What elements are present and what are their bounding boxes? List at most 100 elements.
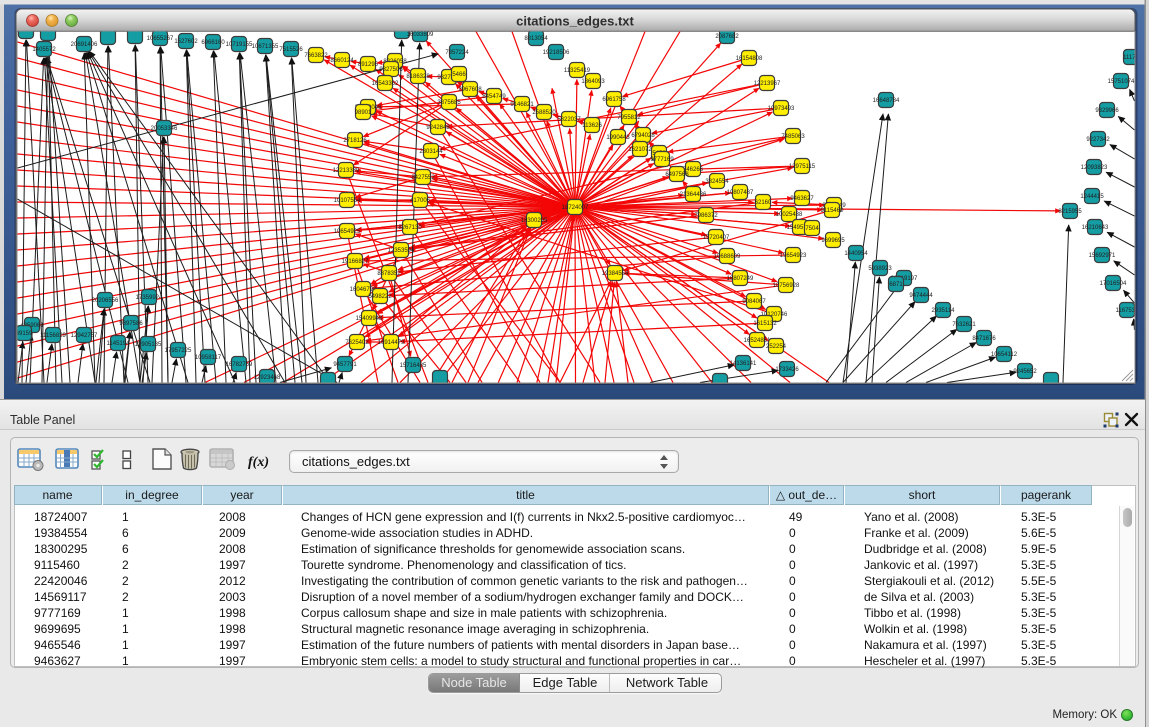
svg-text:8186328: 8186328 [406,74,430,80]
svg-text:16648784: 16648784 [873,98,900,104]
svg-text:9463627: 9463627 [790,196,814,202]
svg-text:2967608: 2967608 [458,87,482,93]
svg-text:9474444: 9474444 [909,293,933,299]
svg-text:12213389: 12213389 [333,168,360,174]
svg-text:17957225: 17957225 [165,348,192,354]
svg-text:891295: 891295 [358,62,379,68]
svg-text:20691406: 20691406 [71,42,98,48]
svg-text:12905135: 12905135 [135,342,162,348]
svg-text:9777169: 9777169 [650,157,674,163]
svg-text:9329966: 9329966 [1095,108,1119,114]
svg-text:10973493: 10973493 [768,106,795,112]
svg-text:5822037: 5822037 [557,117,581,123]
svg-text:10756928: 10756928 [773,283,800,289]
svg-text:1244415: 1244415 [1080,194,1104,200]
svg-text:5466: 5466 [452,72,466,78]
svg-text:12975115: 12975115 [789,164,816,170]
svg-text:10958117: 10958117 [195,355,222,361]
svg-text:7632621: 7632621 [952,322,976,328]
svg-text:2588520: 2588520 [532,110,556,116]
svg-text:7485063: 7485063 [781,134,805,140]
svg-text:8660124: 8660124 [330,58,354,64]
svg-text:10655267: 10655267 [147,36,174,42]
svg-text:18300295: 18300295 [521,218,548,224]
svg-text:9245652: 9245652 [1013,369,1037,375]
svg-text:10654925: 10654925 [334,229,361,235]
svg-text:12353594: 12353594 [388,248,415,254]
svg-text:113626: 113626 [582,123,602,129]
svg-text:62160: 62160 [755,200,772,206]
svg-text:5938923: 5938923 [868,266,892,272]
svg-text:9242848: 9242848 [426,125,450,131]
svg-text:2935114: 2935114 [932,308,956,314]
svg-text:7625402: 7625402 [345,340,369,346]
svg-text:11325419: 11325419 [564,68,591,74]
svg-text:2718126: 2718126 [343,138,367,144]
svg-text:10025438: 10025438 [776,212,803,218]
svg-text:6497568: 6497568 [665,172,689,178]
svg-text:7955812: 7955812 [617,115,641,121]
svg-text:12942757: 12942757 [71,333,98,339]
svg-text:6871: 6871 [889,282,903,288]
svg-text:18724007: 18724007 [562,205,589,211]
svg-text:5498222: 5498222 [368,294,392,300]
svg-text:417006: 417006 [410,198,431,204]
svg-text:7504: 7504 [805,226,819,232]
svg-text:21364436: 21364436 [680,192,707,198]
svg-text:16543362: 16543362 [372,81,399,87]
svg-text:19384554: 19384554 [602,271,629,277]
svg-text:16914479: 16914479 [378,340,405,346]
svg-text:11156829: 11156829 [40,333,66,339]
svg-text:1527602: 1527602 [174,39,198,45]
svg-text:1621072: 1621072 [628,147,652,153]
svg-text:7515526: 7515526 [279,47,303,53]
svg-text:9146821: 9146821 [510,102,534,108]
svg-text:19218506: 19218506 [543,50,570,56]
svg-text:9084067: 9084067 [742,299,766,305]
svg-text:7857224: 7857224 [445,50,469,56]
svg-text:8878352: 8878352 [377,271,401,277]
svg-text:9699695: 9699695 [821,238,845,244]
svg-text:7663822: 7663822 [304,53,328,59]
svg-text:1990443: 1990443 [606,135,630,141]
svg-text:6794028: 6794028 [631,133,655,139]
svg-text:12213967: 12213967 [754,81,781,87]
svg-text:8813054: 8813054 [524,36,548,42]
svg-text:1864093: 1864093 [581,79,605,85]
svg-text:16210643: 16210643 [1082,225,1109,231]
svg-text:8471676: 8471676 [972,336,996,342]
svg-text:1733426: 1733426 [775,367,799,373]
svg-text:8215955: 8215955 [1058,209,1082,215]
svg-text:3875685: 3875685 [437,100,461,106]
svg-text:1405572: 1405572 [32,47,56,53]
svg-text:17016504: 17016504 [1100,281,1127,287]
svg-text:1615132: 1615132 [753,321,777,327]
svg-text:20206556: 20206556 [92,298,119,304]
svg-text:16154808: 16154808 [736,56,763,62]
svg-text:15720407: 15720407 [703,235,730,241]
svg-text:citations_edges.txt: citations_edges.txt [516,14,634,29]
svg-text:9457791: 9457791 [333,362,357,368]
svg-text:8454749: 8454749 [482,94,506,100]
svg-text:10671355: 10671355 [252,44,279,50]
svg-text:16782759: 16782759 [226,362,253,368]
svg-text:15716485: 15716485 [400,363,427,369]
svg-text:2803144: 2803144 [419,149,443,155]
svg-text:12093823: 12093823 [1081,165,1108,171]
svg-text:17359924: 17359924 [136,295,163,301]
svg-text:15692971: 15692971 [1089,253,1116,259]
svg-text:15751074: 15751074 [1108,79,1135,85]
svg-text:9327506: 9327506 [379,67,403,73]
svg-text:8427552: 8427552 [411,175,435,181]
svg-text:9115460: 9115460 [821,208,845,214]
svg-text:12923468: 12923468 [254,375,281,381]
svg-text:10807487: 10807487 [727,190,754,196]
svg-text:10719155: 10719155 [226,42,253,48]
svg-text:6966160: 6966160 [201,40,225,46]
svg-text:15409948: 15409948 [356,316,383,322]
svg-text:16033809: 16033809 [407,32,434,38]
svg-text:39159: 39159 [16,331,33,337]
svg-text:19654923: 19654923 [780,253,807,259]
svg-text:8267130: 8267130 [398,225,422,231]
svg-text:6961758: 6961758 [602,97,626,103]
